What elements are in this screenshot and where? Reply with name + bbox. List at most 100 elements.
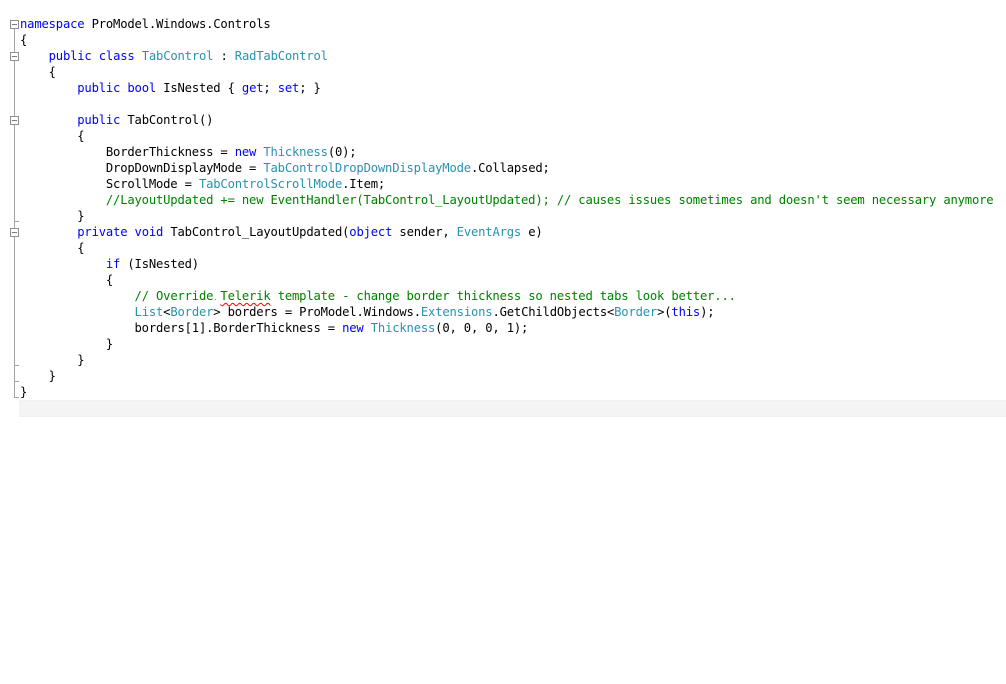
keyword-token: object	[349, 225, 393, 239]
code-line[interactable]: private void TabControl_LayoutUpdated(ob…	[20, 224, 993, 240]
text-token: ;	[263, 81, 278, 95]
code-line[interactable]: {	[20, 64, 993, 80]
code-line[interactable]: public TabControl()	[20, 112, 993, 128]
code-line[interactable]: // Override Telerik template - change bo…	[20, 288, 993, 304]
code-line[interactable]: List<Border> borders = ProModel.Windows.…	[20, 304, 993, 320]
type-token: Thickness	[263, 145, 328, 159]
comment-token: // Override	[134, 289, 221, 303]
code-line[interactable]: BorderThickness = new Thickness(0);	[20, 144, 993, 160]
type-token: TabControlDropDownDisplayMode	[263, 161, 471, 175]
keyword-token: class	[98, 49, 135, 63]
keyword-token: void	[134, 225, 164, 239]
text-token: TabControl()	[120, 113, 214, 127]
text-token: e)	[521, 225, 543, 239]
code-line[interactable]: DropDownDisplayMode = TabControlDropDown…	[20, 160, 993, 176]
code-line[interactable]: }	[20, 336, 993, 352]
text-caret	[215, 299, 216, 300]
code-line[interactable]: borders[1].BorderThickness = new Thickne…	[20, 320, 993, 336]
misspelled-word: Telerik	[220, 289, 271, 303]
code-line[interactable]: {	[20, 32, 993, 48]
code-line[interactable]: if (IsNested)	[20, 256, 993, 272]
code-line[interactable]: public bool IsNested { get; set; }	[20, 80, 993, 96]
code-line[interactable]	[20, 96, 993, 112]
code-line[interactable]: //LayoutUpdated += new EventHandler(TabC…	[20, 192, 994, 208]
outline-line	[14, 237, 15, 366]
keyword-token: new	[234, 145, 257, 159]
code-line[interactable]: {	[20, 272, 993, 288]
code-line[interactable]: }	[20, 352, 993, 368]
code-area[interactable]: namespace ProModel.Windows.Controls{ pub…	[20, 16, 994, 400]
collapse-namespace-icon[interactable]	[10, 20, 19, 29]
type-token: RadTabControl	[234, 49, 328, 63]
text-token: {	[20, 273, 114, 287]
keyword-token: if	[105, 257, 121, 271]
text-token: ; }	[299, 81, 321, 95]
keyword-token: public	[77, 113, 121, 127]
text-token: {	[20, 65, 56, 79]
text-token: :	[213, 49, 235, 63]
text-token: }	[20, 369, 56, 383]
type-token: TabControlScrollMode	[198, 177, 343, 191]
text-token: {	[20, 33, 28, 47]
keyword-token: get	[241, 81, 264, 95]
code-line[interactable]: }	[20, 384, 993, 400]
text-token: }	[20, 353, 85, 367]
text-token: BorderThickness =	[20, 145, 235, 159]
code-line[interactable]: ScrollMode = TabControlScrollMode.Item;	[20, 176, 993, 192]
keyword-token: bool	[127, 81, 157, 95]
code-line[interactable]: {	[20, 128, 993, 144]
code-line[interactable]: namespace ProModel.Windows.Controls	[20, 16, 993, 32]
collapse-method-icon[interactable]	[10, 228, 19, 237]
text-token: DropDownDisplayMode =	[20, 161, 264, 175]
code-line[interactable]: }	[20, 368, 993, 384]
text-token: }	[20, 337, 114, 351]
collapse-class-icon[interactable]	[10, 52, 19, 61]
code-editor[interactable]: namespace ProModel.Windows.Controls{ pub…	[0, 0, 1006, 684]
code-line[interactable]: }	[20, 208, 993, 224]
text-token: (0, 0, 0, 1);	[435, 321, 529, 335]
text-token: (IsNested)	[120, 257, 199, 271]
type-token: Extensions	[420, 305, 493, 319]
collapse-constructor-icon[interactable]	[10, 116, 19, 125]
comment-token: //LayoutUpdated += new EventHandler(TabC…	[105, 193, 994, 207]
keyword-token: this	[671, 305, 701, 319]
comment-token: template - change border thickness so ne…	[270, 289, 736, 303]
code-line[interactable]: {	[20, 240, 993, 256]
text-token: .Collapsed;	[470, 161, 550, 175]
text-token: }	[20, 209, 85, 223]
type-token: TabControl	[141, 49, 214, 63]
text-token: {	[20, 129, 85, 143]
keyword-token: public	[48, 49, 92, 63]
code-line[interactable]: public class TabControl : RadTabControl	[20, 48, 993, 64]
text-token: }	[20, 385, 28, 399]
current-line-highlight	[19, 400, 1006, 417]
text-token: > borders = ProModel.Windows.	[213, 305, 421, 319]
text-token: ProModel.Windows.Controls	[84, 17, 271, 31]
outlining-margin	[0, 0, 19, 684]
text-token: ScrollMode =	[20, 177, 199, 191]
type-token: List	[134, 305, 164, 319]
type-token: Border	[170, 305, 214, 319]
text-token: borders[1].BorderThickness =	[20, 321, 343, 335]
text-token: sender,	[392, 225, 457, 239]
outline-line	[14, 125, 15, 222]
keyword-token: new	[342, 321, 364, 335]
text-token: {	[20, 241, 85, 255]
text-token: IsNested {	[156, 81, 242, 95]
type-token: EventArgs	[456, 225, 522, 239]
outline-end	[14, 221, 19, 222]
type-token: Thickness	[370, 321, 436, 335]
text-token: );	[700, 305, 715, 319]
